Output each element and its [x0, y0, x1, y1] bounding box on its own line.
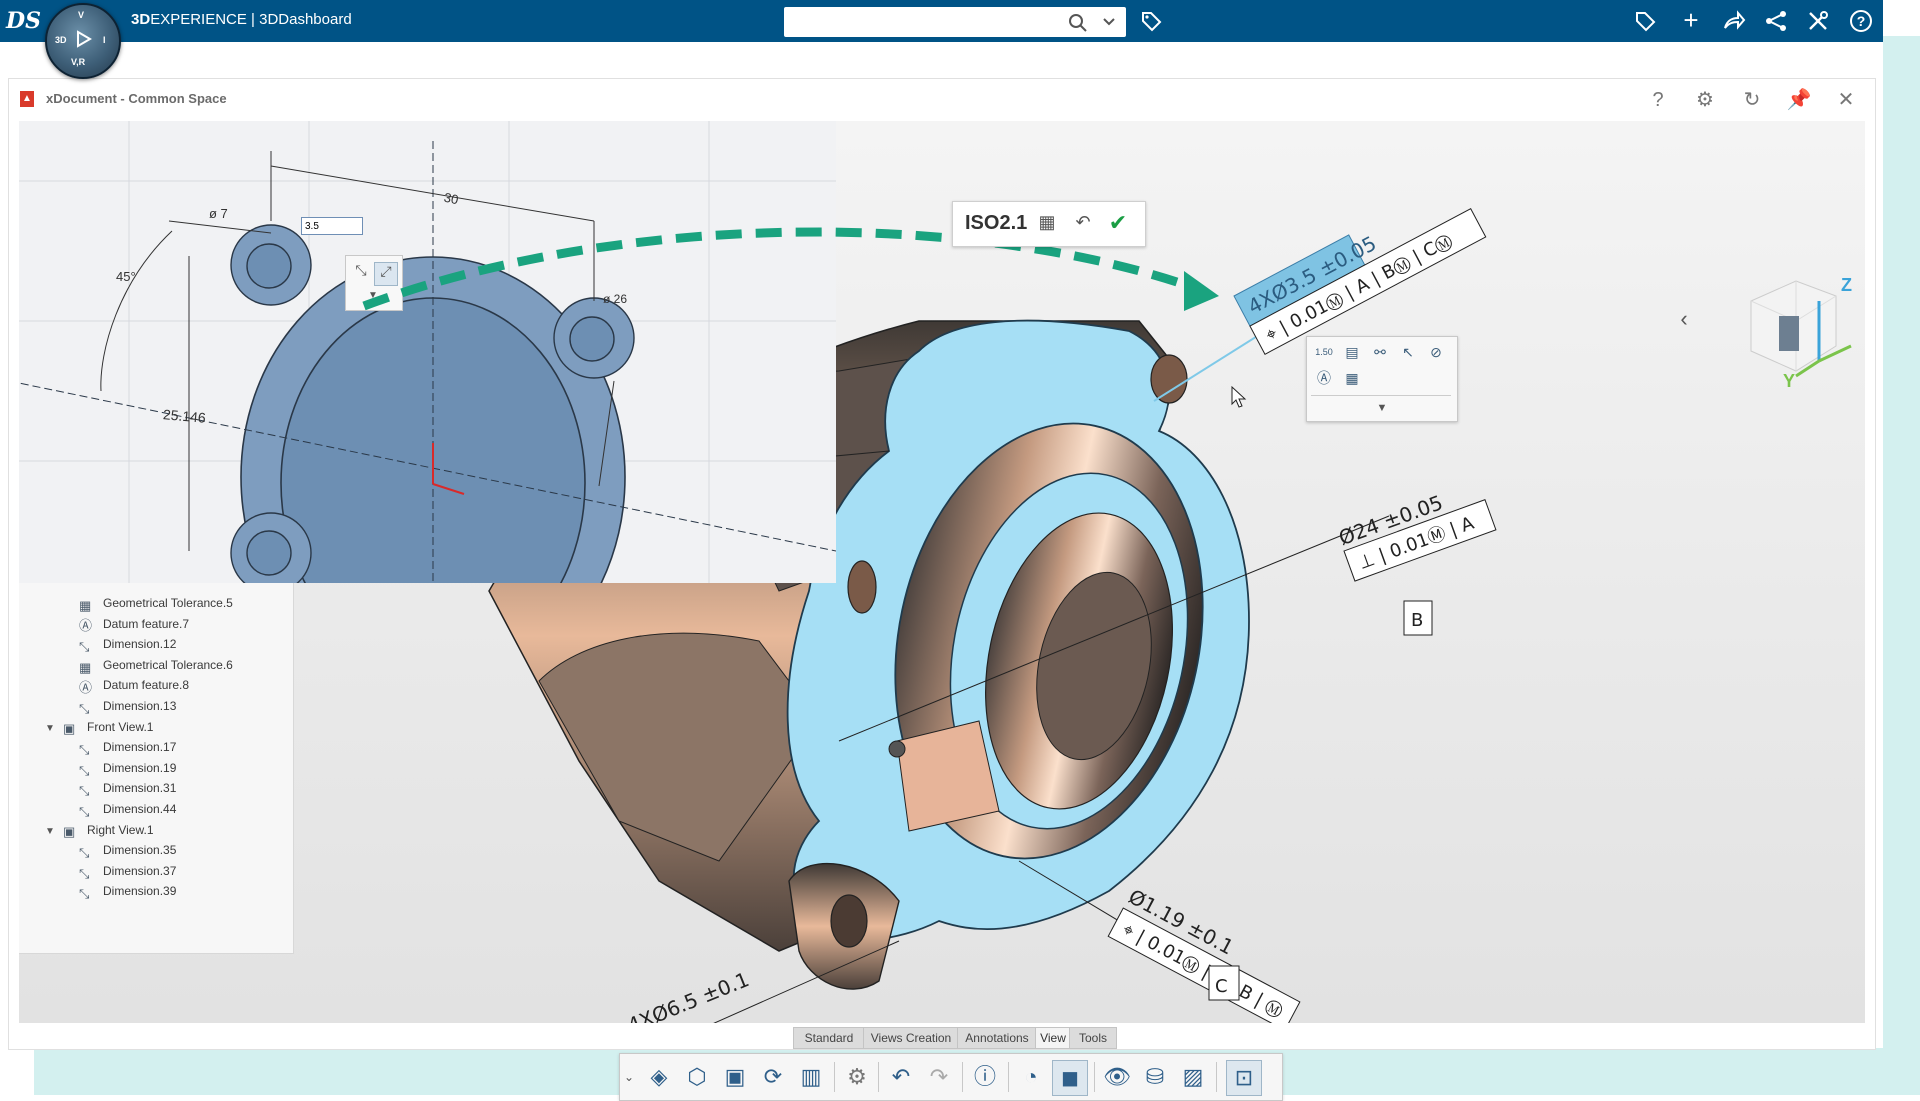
window-title: xDocument - Common Space	[46, 91, 227, 106]
collapse-panel-icon[interactable]: ‹	[1674, 306, 1694, 336]
pin-icon[interactable]: 📌	[1784, 85, 1814, 115]
save-icon[interactable]: ▣	[718, 1060, 752, 1094]
separator	[834, 1062, 835, 1092]
text-properties-icon[interactable]: ▤	[1341, 341, 1363, 363]
hide-icon[interactable]: ⊘	[1425, 341, 1447, 363]
tab-standard[interactable]: Standard	[793, 1027, 865, 1049]
network-icon[interactable]	[1764, 9, 1788, 33]
sheet-icon[interactable]: ▥	[794, 1060, 828, 1094]
window-header: ▲ xDocument - Common Space ? ⚙ ↻ 📌 ✕	[9, 79, 1875, 121]
datum-b-text: B	[1411, 610, 1423, 631]
help-icon[interactable]: ?	[1643, 85, 1673, 115]
separator	[878, 1062, 879, 1092]
mount-callout-text[interactable]: 4XØ6.5 ±0.1	[624, 967, 753, 1023]
separator	[1216, 1062, 1217, 1092]
play-icon	[77, 30, 92, 48]
tolerance-value-icon[interactable]: 1.50	[1313, 341, 1335, 363]
chevron-down-icon[interactable]: ⌄	[622, 1060, 636, 1094]
view-mode-icon[interactable]: ◔	[1014, 1060, 1048, 1094]
refresh-icon[interactable]: ↻	[1737, 85, 1767, 115]
tab-annotations[interactable]: Annotations	[957, 1027, 1037, 1049]
tag-icon[interactable]	[1140, 10, 1162, 32]
render-style-icon[interactable]: ◼	[1052, 1060, 1088, 1096]
orientation-cube[interactable]: Z Y	[1741, 271, 1861, 391]
svg-text:?: ?	[1857, 13, 1866, 29]
axis-z-label: Z	[1841, 275, 1852, 295]
tools-icon[interactable]	[1806, 9, 1830, 33]
visibility-icon[interactable]: 👁	[1100, 1060, 1134, 1094]
ds-logo-icon[interactable]: DS	[6, 6, 41, 36]
separator	[1008, 1062, 1009, 1092]
datum-c-text: C	[1215, 976, 1228, 997]
compass-label-right: I	[103, 35, 106, 45]
expand-toolbar-icon[interactable]: ▼	[1371, 397, 1393, 419]
compass-widget[interactable]: V 3D I V,R	[45, 3, 121, 79]
bookmark-tag-icon[interactable]	[1634, 10, 1656, 32]
background-frame-right	[1883, 36, 1920, 1095]
search-input[interactable]	[790, 11, 1044, 35]
share-icon[interactable]	[1722, 10, 1746, 32]
leader-icon[interactable]: ↖	[1397, 341, 1419, 363]
tab-views-creation[interactable]: Views Creation	[863, 1027, 959, 1049]
undo-icon[interactable]: ↶	[884, 1060, 918, 1094]
app-title: 3DEXPERIENCE | 3DDashboard	[131, 11, 352, 28]
mouse-cursor-icon	[1231, 386, 1247, 408]
cube-icon[interactable]: ⬡	[680, 1060, 714, 1094]
top-bar: DS V 3D I V,R 3DEXPERIENCE | 3DDashboard…	[0, 0, 1883, 79]
tab-view[interactable]: View	[1035, 1027, 1071, 1049]
toolbar-divider	[1311, 395, 1451, 396]
link-icon[interactable]: ⚯	[1369, 341, 1391, 363]
annotation-layer[interactable]: 4XØ3.5 ±0.05 ⌖ | 0.01Ⓜ | A | BⓂ | CⓂ Ø24…	[19, 121, 1865, 1023]
update-icon[interactable]: ⟳	[756, 1060, 790, 1094]
xdocument-app-icon: ▲	[20, 91, 34, 107]
gear-icon[interactable]: ⚙	[840, 1060, 874, 1094]
app-title-rest: EXPERIENCE | 3DDashboard	[150, 11, 352, 28]
search-icon[interactable]	[1068, 13, 1088, 33]
open-icon[interactable]: ◈	[642, 1060, 676, 1094]
help-icon[interactable]: ⓘ	[968, 1060, 1002, 1094]
tab-tools[interactable]: Tools	[1069, 1027, 1117, 1049]
3d-viewport[interactable]: ▦ Geometrical Tolerance.5 Ⓐ Datum feature.7…	[19, 121, 1865, 1023]
annotation-mini-toolbar: 1.50 ▤ ⚯ ↖ ⊘ Ⓐ ▦ ▼	[1306, 336, 1458, 422]
action-bar: ⌄ ◈ ⬡ ▣ ⟳ ▥ ⚙ ↶ ↷ ⓘ ◔ ◼ 👁 ⛁ ▨ ⊡	[619, 1053, 1283, 1101]
compass-label-bottom: V,R	[71, 57, 86, 67]
help-icon[interactable]: ?	[1849, 9, 1873, 33]
search-box	[784, 7, 1126, 37]
redo-icon[interactable]: ↷	[922, 1060, 956, 1094]
compass-label-top: V	[78, 10, 85, 20]
gdt-frame-icon[interactable]: ▦	[1341, 367, 1363, 389]
chevron-down-icon[interactable]	[1102, 17, 1116, 27]
sketch-mode-icon[interactable]: ⊡	[1226, 1060, 1262, 1096]
close-icon[interactable]: ✕	[1831, 85, 1861, 115]
separator	[1094, 1062, 1095, 1092]
gear-icon[interactable]: ⚙	[1690, 85, 1720, 115]
add-icon[interactable]: +	[1677, 7, 1705, 33]
document-window: ▲ xDocument - Common Space ? ⚙ ↻ 📌 ✕ ▦ Ge…	[8, 78, 1876, 1101]
capture-icon[interactable]: ▨	[1176, 1060, 1210, 1094]
separator	[962, 1062, 963, 1092]
database-icon[interactable]: ⛁	[1138, 1060, 1172, 1094]
compass-label-left: 3D	[55, 35, 67, 45]
app-title-brand: 3D	[131, 11, 151, 28]
axis-y-label: Y	[1783, 371, 1795, 391]
datum-feature-icon[interactable]: Ⓐ	[1313, 367, 1335, 389]
